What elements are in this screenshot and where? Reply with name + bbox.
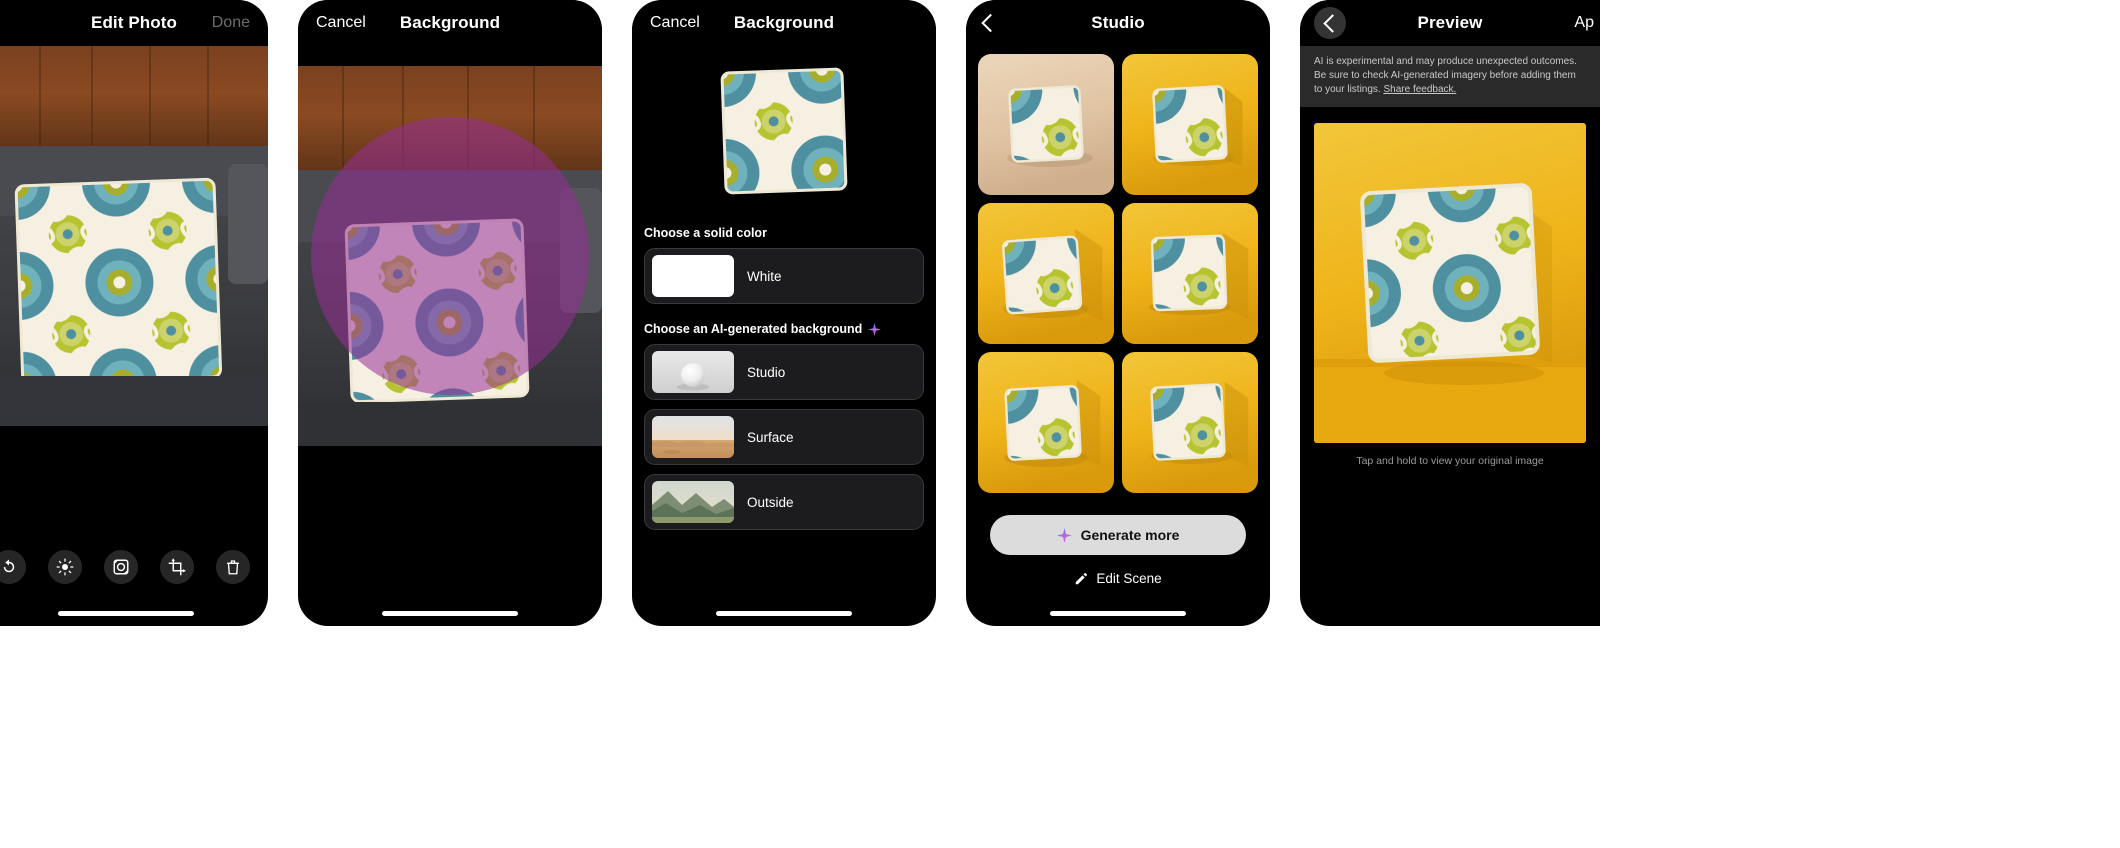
mask-canvas[interactable] (298, 66, 602, 446)
preview-navbar: Preview Ap (1300, 0, 1600, 46)
cancel-button[interactable]: Cancel (650, 14, 700, 32)
ai-disclaimer-banner: AI is experimental and may produce unexp… (1300, 46, 1600, 108)
chevron-left-icon (1322, 13, 1342, 33)
options-list: Choose a solid color White Choose an AI-… (632, 226, 936, 530)
home-indicator (1050, 611, 1186, 616)
option-label: White (747, 268, 782, 284)
pencil-icon (1076, 572, 1088, 584)
sparkle-icon (868, 322, 882, 336)
option-surface[interactable]: Surface (644, 409, 924, 465)
option-white[interactable]: White (644, 248, 924, 304)
edit-scene-label: Edit Scene (1096, 571, 1162, 586)
generate-more-label: Generate more (1080, 527, 1180, 543)
preview-caption: Tap and hold to view your original image (1356, 455, 1544, 468)
result-thumbnail[interactable] (1122, 352, 1258, 493)
result-thumbnail[interactable] (978, 203, 1114, 344)
cancel-button[interactable]: Cancel (316, 14, 366, 32)
option-label: Outside (747, 494, 794, 510)
option-outside[interactable]: Outside (644, 474, 924, 530)
edit-photo-navbar: Edit Photo Done (0, 0, 268, 46)
done-button[interactable]: Done (212, 14, 250, 32)
panel-edit-photo: Edit Photo Done (0, 0, 268, 626)
background-navbar: Cancel Background (632, 0, 936, 46)
preview-image[interactable] (1314, 123, 1586, 444)
studio-navbar: Studio (966, 0, 1270, 46)
result-thumbnail[interactable] (1122, 203, 1258, 344)
page-title: Studio (1091, 13, 1145, 32)
thumb-surface (652, 416, 734, 458)
chevron-left-icon (981, 13, 1000, 33)
background-icon (113, 559, 129, 575)
edit-toolbar (0, 550, 268, 584)
page-title: Edit Photo (91, 13, 177, 32)
result-thumbnail[interactable] (978, 352, 1114, 493)
option-studio[interactable]: Studio (644, 344, 924, 400)
cutout-preview (632, 46, 936, 216)
home-indicator (57, 611, 194, 616)
results-grid (966, 46, 1270, 493)
screenshot-root: Edit Photo Done Cancel Background Cancel… (0, 0, 2120, 848)
option-label: Surface (747, 429, 794, 445)
background-navbar: Cancel Background (298, 0, 602, 46)
result-thumbnail[interactable] (1122, 54, 1258, 195)
panel-studio-results: Studio Generate more Edit Scene (966, 0, 1270, 626)
apply-button[interactable]: Ap (1574, 14, 1594, 32)
panel-background-mask: Cancel Background (298, 0, 602, 626)
back-button[interactable] (981, 13, 1000, 33)
ai-background-section-label: Choose an AI-generated background (644, 322, 924, 336)
edit-scene-button[interactable]: Edit Scene (966, 571, 1270, 586)
photo-canvas[interactable] (0, 46, 268, 426)
rotate-icon (3, 559, 15, 573)
option-label: Studio (747, 364, 786, 380)
pillow-cutout (720, 67, 848, 195)
home-indicator (382, 611, 518, 616)
background-icon-button[interactable] (104, 550, 138, 584)
page-title: Background (733, 13, 835, 32)
thumb-outside (652, 481, 734, 523)
home-indicator (716, 611, 852, 616)
crop-icon (168, 558, 186, 576)
thumb-studio (652, 351, 734, 393)
trash-icon (227, 560, 239, 575)
generate-more-button[interactable]: Generate more (990, 515, 1246, 555)
swatch-white (652, 255, 734, 297)
back-button[interactable] (1314, 7, 1346, 39)
panel-preview: Preview Ap AI is experimental and may pr… (1300, 0, 1600, 626)
result-thumbnail[interactable] (978, 54, 1114, 195)
page-title: Background (399, 13, 501, 32)
trash-icon-button[interactable] (216, 550, 250, 584)
sparkle-icon (1056, 527, 1072, 543)
page-title: Preview (1417, 13, 1483, 32)
rotate-icon-button[interactable] (0, 550, 26, 584)
crop-icon-button[interactable] (160, 550, 194, 584)
brightness-icon-button[interactable] (48, 550, 82, 584)
share-feedback-link[interactable]: Share feedback. (1383, 84, 1456, 95)
solid-color-section-label: Choose a solid color (644, 226, 767, 240)
brightness-icon (56, 558, 74, 576)
panel-background-options: Cancel Background Choose a solid color W… (632, 0, 936, 626)
